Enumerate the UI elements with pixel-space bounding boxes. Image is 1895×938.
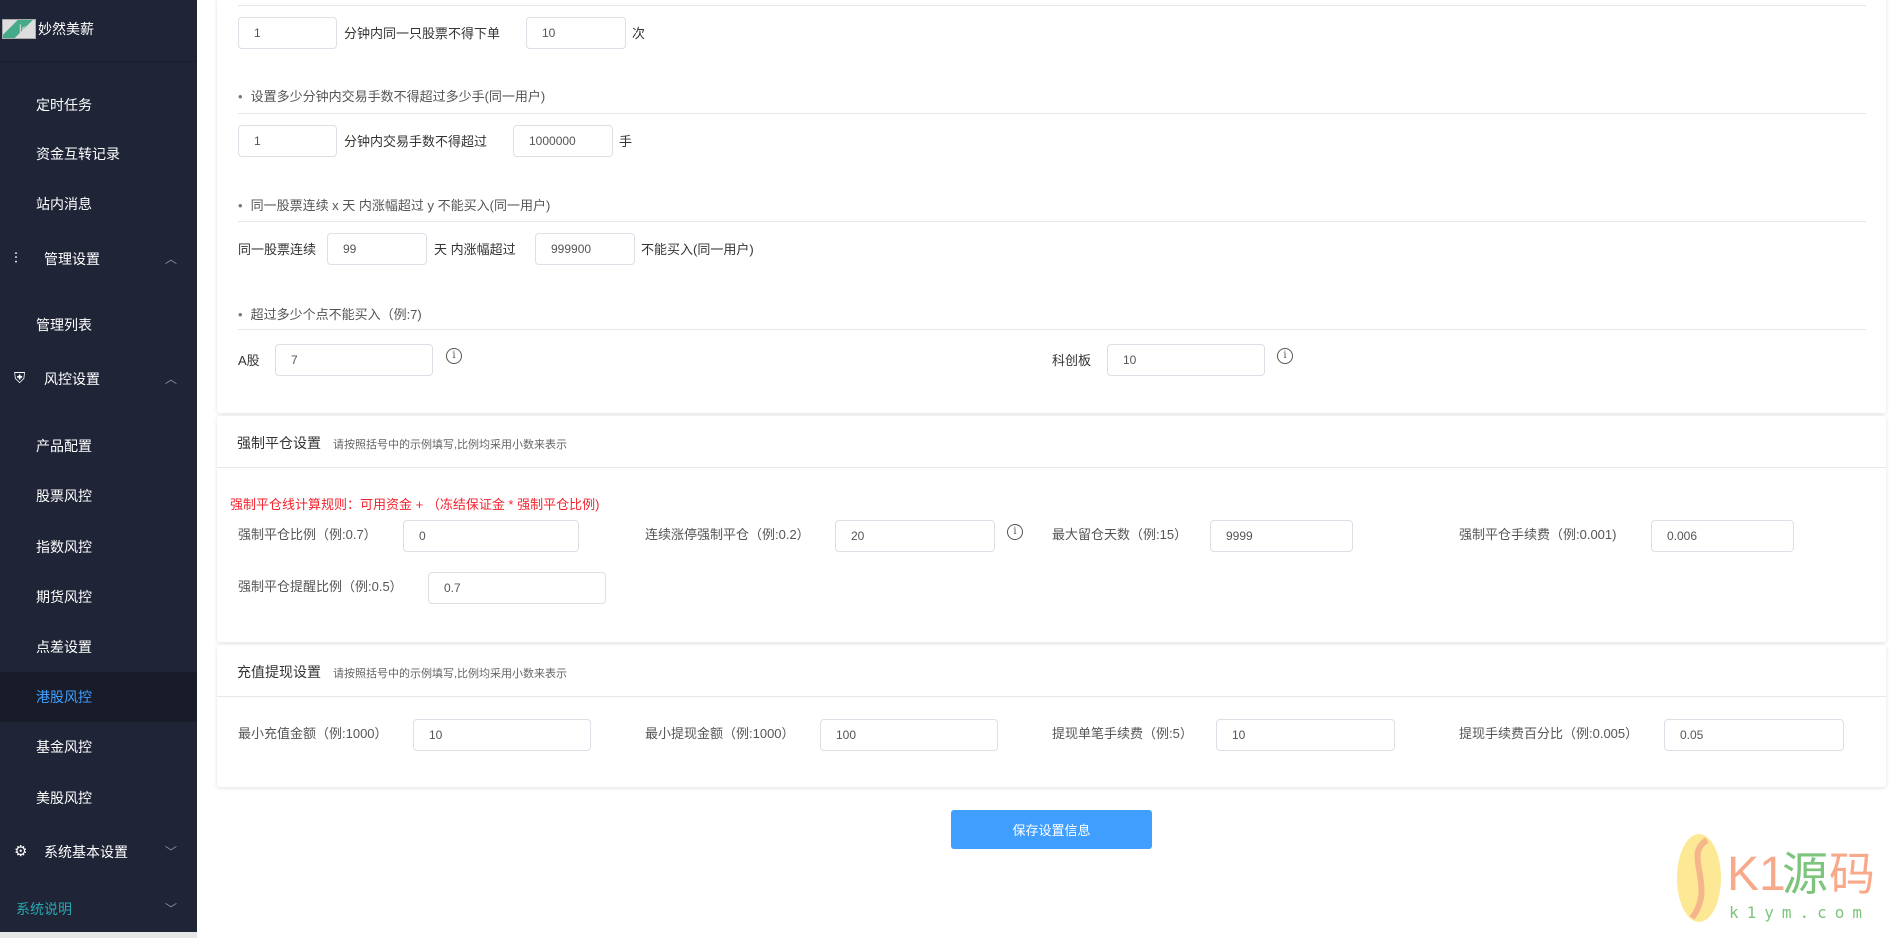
sidebar-group-risk[interactable]: ⛨ 风控设置 ︿ — [0, 352, 197, 406]
force-close-alert-input[interactable]: 0.7 — [428, 572, 606, 604]
label: A股 — [238, 353, 260, 368]
title: 强制平仓设置 — [237, 435, 321, 451]
sidebar-item-stock-risk[interactable]: 股票风控 — [0, 471, 197, 521]
sidebar: lo 妙然美薪 定时任务 资金互转记录 站内消息 ⫶ 管理设置 ︿ 管理列表 ⛨… — [0, 0, 197, 938]
sidebar-item-spread[interactable]: 点差设置 — [0, 622, 197, 672]
section-bullet: 同一股票连续 x 天 内涨幅超过 y 不能买入(同一用户) — [238, 195, 551, 214]
svg-text:K1: K1 — [1727, 848, 1786, 901]
recharge-withdraw-card: 充值提现设置 请按照括号中的示例填写,比例均采用小数来表示 最小充值金额（例:10… — [217, 645, 1886, 787]
title: 充值提现设置 — [237, 664, 321, 680]
brand: lo 妙然美薪 — [2, 18, 94, 40]
label: 强制平仓提醒比例（例:0.5） — [238, 579, 403, 594]
label: 科创板 — [1052, 353, 1092, 368]
brand-name: 妙然美薪 — [38, 21, 94, 37]
label: 最大留仓天数（例:15） — [1052, 527, 1188, 542]
chevron-up-icon: ︿ — [164, 372, 177, 386]
chevron-down-icon: ﹀ — [164, 902, 177, 916]
order-count-input[interactable]: 10 — [526, 17, 626, 49]
logo-image: lo — [2, 19, 36, 39]
sidebar-group-manage[interactable]: ⫶ 管理设置 ︿ — [0, 232, 197, 286]
force-close-ratio-input[interactable]: 0 — [403, 520, 579, 552]
minutes-per-stock-input[interactable]: 1 — [238, 17, 337, 49]
sidebar-item-manage-list[interactable]: 管理列表 — [0, 300, 197, 350]
sidebar-item-product[interactable]: 产品配置 — [0, 421, 197, 471]
sidebar-item-hk-risk[interactable]: 港股风控 — [0, 672, 197, 722]
card-header: 充值提现设置 请按照括号中的示例填写,比例均采用小数来表示 — [217, 645, 1886, 697]
chevron-down-icon: ﹀ — [164, 845, 177, 859]
save-settings-button[interactable]: 保存设置信息 — [951, 810, 1152, 849]
label: 连续涨停强制平仓（例:0.2） — [645, 527, 810, 542]
max-hold-days-input[interactable]: 9999 — [1210, 520, 1353, 552]
sidebar-item-fund-transfer[interactable]: 资金互转记录 — [0, 129, 197, 179]
force-close-rule: 强制平仓线计算规则：可用资金 + （冻结保证金 * 强制平仓比例) — [230, 497, 600, 512]
group-label: 风控设置 — [44, 371, 100, 387]
label: 不能买入(同一用户) — [641, 242, 754, 257]
label: 最小充值金额（例:1000） — [238, 726, 388, 741]
label: 强制平仓手续费（例:0.001) — [1459, 527, 1617, 542]
sliders-icon: ⫶ — [14, 250, 18, 267]
min-recharge-input[interactable]: 10 — [413, 719, 591, 751]
withdraw-fee-percent-input[interactable]: 0.05 — [1664, 719, 1844, 751]
watermark-graphic: K1 源 码 k1ym.com — [1677, 834, 1875, 922]
card-title: 充值提现设置 请按照括号中的示例填写,比例均采用小数来表示 — [237, 662, 567, 682]
sidebar-item-messages[interactable]: 站内消息 — [0, 179, 197, 229]
consecutive-days-input[interactable]: 99 — [327, 233, 427, 265]
sidebar-group-system[interactable]: ⚙ 系统基本设置 ﹀ — [0, 825, 197, 879]
main-content: 1 分钟内同一只股票不得下单 10 次 设置多少分钟内交易手数不得超过多少手(同… — [197, 0, 1895, 938]
sidebar-item-index-risk[interactable]: 指数风控 — [0, 522, 197, 572]
rise-limit-input[interactable]: 999900 — [535, 233, 635, 265]
order-limit-card: 1 分钟内同一只股票不得下单 10 次 设置多少分钟内交易手数不得超过多少手(同… — [217, 0, 1886, 413]
a-share-points-input[interactable]: 7 — [275, 344, 433, 376]
group-label: 系统基本设置 — [44, 844, 128, 860]
card-header: 强制平仓设置 请按照括号中的示例填写,比例均采用小数来表示 — [217, 416, 1886, 468]
label: 最小提现金额（例:1000） — [645, 726, 795, 741]
unit: 次 — [632, 26, 646, 41]
divider — [238, 113, 1866, 114]
sidebar-item-scheduled-tasks[interactable]: 定时任务 — [0, 80, 197, 130]
label: 天 内涨幅超过 — [434, 242, 516, 257]
label: 分钟内交易手数不得超过 — [344, 134, 488, 149]
max-lots-input[interactable]: 1000000 — [513, 125, 613, 157]
section-bullet: 超过多少个点不能买入（例:7) — [238, 304, 422, 323]
label: 分钟内同一只股票不得下单 — [344, 26, 501, 41]
group-label: 管理设置 — [44, 251, 100, 267]
card-subtitle: 请按照括号中的示例填写,比例均采用小数来表示 — [333, 439, 568, 451]
card-title: 强制平仓设置 请按照括号中的示例填写,比例均采用小数来表示 — [237, 433, 567, 453]
force-close-fee-input[interactable]: 0.006 — [1651, 520, 1794, 552]
watermark-logo: K1 源 码 k1ym.com — [1677, 830, 1887, 930]
sidebar-item-fund-risk[interactable]: 基金风控 — [0, 722, 197, 772]
divider — [0, 61, 197, 62]
chevron-up-icon: ︿ — [164, 252, 177, 266]
label: 同一股票连续 — [238, 242, 317, 257]
force-close-card: 强制平仓设置 请按照括号中的示例填写,比例均采用小数来表示 强制平仓线计算规则：可… — [217, 416, 1886, 642]
lots-minutes-input[interactable]: 1 — [238, 125, 337, 157]
divider — [238, 5, 1866, 6]
info-icon[interactable]: i — [446, 348, 462, 364]
label: 提现单笔手续费（例:5） — [1052, 726, 1193, 741]
star-market-points-input[interactable]: 10 — [1107, 344, 1265, 376]
divider — [238, 221, 1866, 222]
svg-text:k1ym.com: k1ym.com — [1729, 903, 1870, 922]
sidebar-item-futures-risk[interactable]: 期货风控 — [0, 572, 197, 622]
sidebar-group-doc[interactable]: 系统说明 ﹀ — [0, 882, 197, 936]
divider — [238, 329, 1866, 330]
unit: 手 — [619, 134, 633, 149]
horizontal-scrollbar[interactable] — [0, 932, 197, 938]
svg-text:码: 码 — [1829, 847, 1875, 901]
section-bullet: 设置多少分钟内交易手数不得超过多少手(同一用户) — [238, 86, 546, 105]
info-icon[interactable]: i — [1007, 524, 1023, 540]
limit-up-close-input[interactable]: 20 — [835, 520, 995, 552]
gear-icon: ⚙ — [14, 843, 28, 860]
info-icon[interactable]: i — [1277, 348, 1293, 364]
sidebar-item-us-risk[interactable]: 美股风控 — [0, 773, 197, 823]
card-subtitle: 请按照括号中的示例填写,比例均采用小数来表示 — [333, 668, 568, 680]
label: 提现手续费百分比（例:0.005） — [1459, 726, 1639, 741]
min-withdraw-input[interactable]: 100 — [820, 719, 998, 751]
withdraw-fee-input[interactable]: 10 — [1216, 719, 1395, 751]
shield-icon: ⛨ — [14, 370, 26, 387]
label: 强制平仓比例（例:0.7） — [238, 527, 377, 542]
group-label: 系统说明 — [16, 901, 72, 917]
svg-text:源: 源 — [1782, 847, 1828, 901]
